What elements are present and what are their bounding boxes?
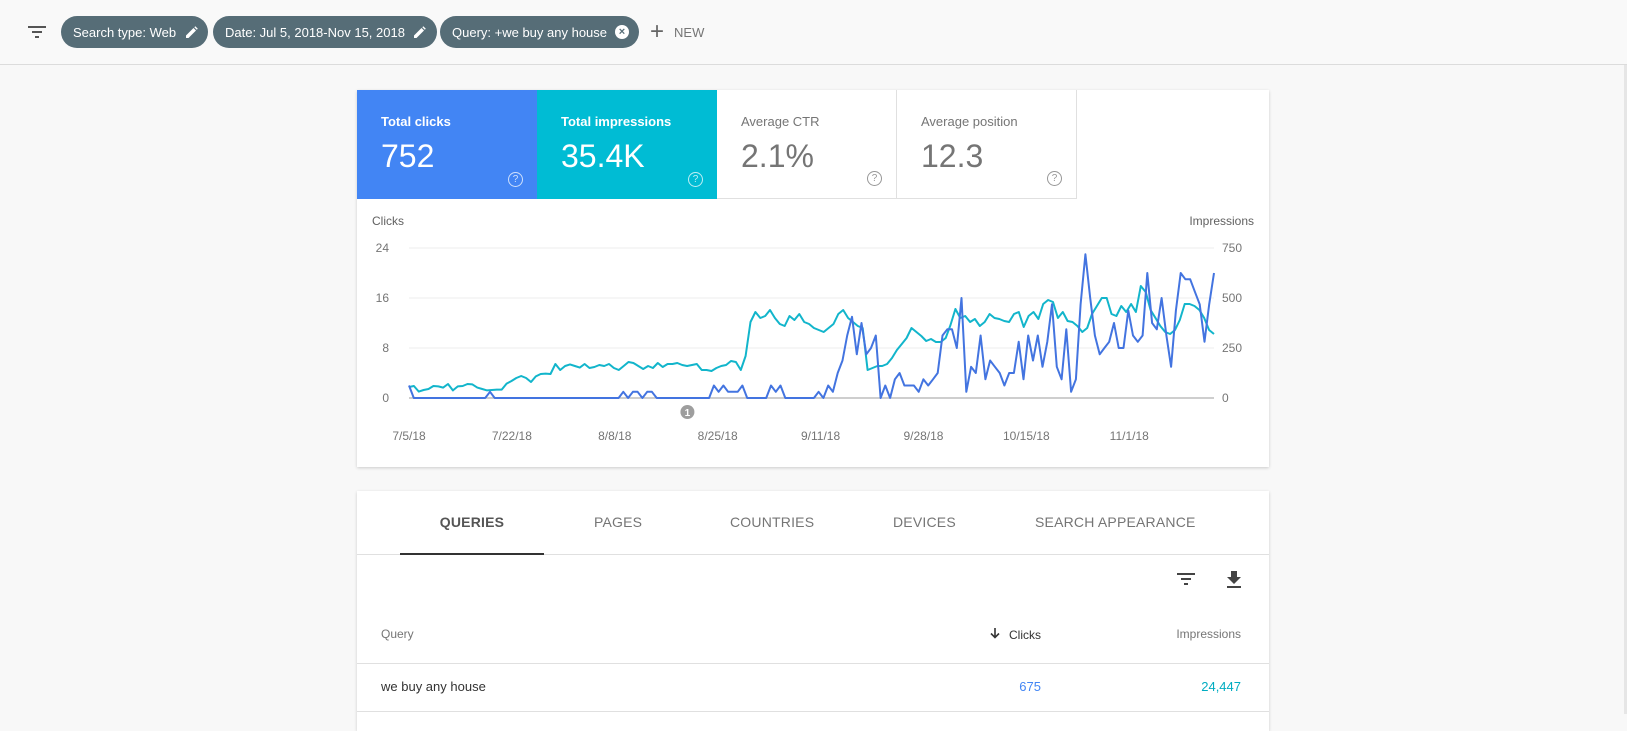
metric-tiles: Total clicks 752 ? Total impressions 35.… [357,90,1077,199]
metric-value: 752 [381,138,435,174]
chip-label: Query: +we buy any house [452,24,608,40]
performance-card: Total clicks 752 ? Total impressions 35.… [357,90,1269,467]
cell-impressions: 24,447 [1201,679,1241,694]
help-icon[interactable]: ? [508,172,523,187]
help-icon[interactable]: ? [867,171,882,186]
y-tick-left: 0 [382,391,389,405]
annotation-label: 1 [685,408,691,419]
pencil-icon[interactable] [413,25,427,39]
chip-search-type[interactable]: Search type: Web [61,16,209,48]
chip-label: Search type: Web [73,24,177,40]
new-filter-button[interactable]: + NEW [650,20,704,44]
metric-value: 12.3 [921,138,984,174]
pencil-icon[interactable] [184,25,198,39]
download-icon[interactable] [1219,564,1249,594]
dimension-tabs: QUERIES PAGES COUNTRIES DEVICES SEARCH A… [357,491,1269,555]
divider [357,711,1269,712]
x-tick: 9/11/18 [801,429,840,443]
column-header-clicks-label: Clicks [1009,627,1041,642]
y-tick-right: 750 [1222,241,1242,255]
help-icon[interactable]: ? [688,172,703,187]
column-header-clicks[interactable]: Clicks [989,627,1041,642]
tab-devices[interactable]: DEVICES [893,491,956,555]
chip-label: Date: Jul 5, 2018-Nov 15, 2018 [225,24,405,40]
performance-chart: Clicks Impressions 0 8 16 24 0 250 500 750 7/5… [357,210,1269,460]
y-tick-right: 0 [1222,391,1229,405]
tab-queries[interactable]: QUERIES [400,491,544,555]
y-tick-left: 24 [376,241,390,255]
tab-pages[interactable]: PAGES [594,491,642,555]
y-tick-left: 16 [376,291,390,305]
cell-clicks: 675 [1019,679,1041,694]
plus-icon: + [650,18,665,45]
divider [357,663,1269,664]
metric-value: 35.4K [561,138,645,174]
x-tick: 10/15/18 [1003,429,1050,443]
x-tick: 7/22/18 [492,429,532,443]
x-tick: 7/5/18 [392,429,426,443]
x-tick: 8/8/18 [598,429,632,443]
chip-date[interactable]: Date: Jul 5, 2018-Nov 15, 2018 [213,16,437,48]
tab-countries[interactable]: COUNTRIES [730,491,814,555]
metric-label: Total clicks [381,114,451,129]
column-header-impressions[interactable]: Impressions [1176,627,1241,641]
metric-label: Average CTR [741,114,820,129]
metric-total-impressions[interactable]: Total impressions 35.4K ? [537,90,717,199]
filter-bar: Search type: Web Date: Jul 5, 2018-Nov 1… [0,0,1627,65]
chart-svg: 0 8 16 24 0 250 500 750 7/5/18 7/22/18 8/8/18 8/2… [376,241,1243,443]
arrow-down-icon [989,627,1001,642]
x-tick: 8/25/18 [698,429,738,443]
x-tick: 11/1/18 [1110,429,1149,443]
filter-list-icon[interactable] [26,22,48,42]
metric-label: Average position [921,114,1018,129]
metric-value: 2.1% [741,138,814,174]
table-filter-icon[interactable] [1171,564,1201,594]
chip-query[interactable]: Query: +we buy any house × [440,16,640,48]
new-label: NEW [674,24,705,40]
y-tick-right: 500 [1222,291,1242,305]
metric-total-clicks[interactable]: Total clicks 752 ? [357,90,537,199]
tab-search-appearance[interactable]: SEARCH APPEARANCE [1035,491,1196,555]
metric-average-ctr[interactable]: Average CTR 2.1% ? [717,90,897,199]
y-tick-left: 8 [382,341,389,355]
metric-average-position[interactable]: Average position 12.3 ? [897,90,1077,199]
x-tick: 9/28/18 [903,429,943,443]
cell-query: we buy any house [381,679,486,694]
help-icon[interactable]: ? [1047,171,1062,186]
close-circle-icon[interactable]: × [615,25,630,39]
series-line-impressions [408,285,1215,393]
column-header-query[interactable]: Query [381,627,414,641]
metric-label: Total impressions [561,114,672,129]
y-tick-right: 250 [1222,341,1242,355]
details-card: QUERIES PAGES COUNTRIES DEVICES SEARCH A… [357,491,1269,731]
